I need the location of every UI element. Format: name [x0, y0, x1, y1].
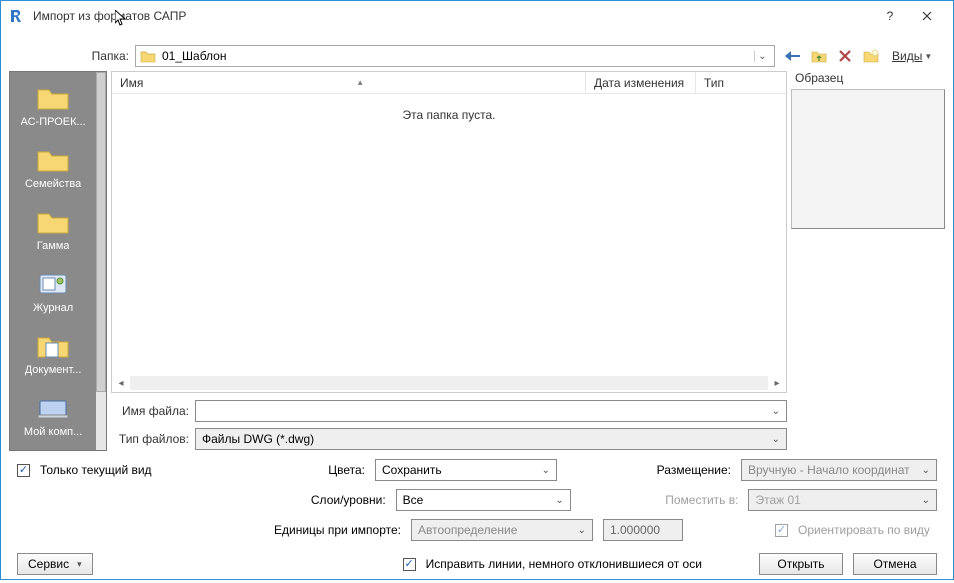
file-list: Имя ▴ Дата изменения Тип Эта папка пуста… — [111, 71, 787, 393]
pc-icon — [35, 394, 71, 422]
orient-to-view-label: Ориентировать по виду — [798, 523, 930, 537]
place-at-combobox: Этаж 01⌄ — [748, 489, 937, 511]
placement-combobox[interactable]: Вручную - Начало координат⌄ — [741, 459, 937, 481]
sort-asc-icon: ▴ — [358, 77, 363, 88]
col-name[interactable]: Имя ▴ — [112, 72, 586, 93]
places-sidebar: АС-ПРОЕК... Семейства Гамма Журнал Документ.… — [9, 71, 107, 451]
places-item-label: Журнал — [33, 302, 73, 314]
places-item-label: Документ... — [25, 364, 82, 376]
file-list-header[interactable]: Имя ▴ Дата изменения Тип — [112, 72, 786, 94]
journal-icon — [35, 270, 71, 298]
folder-combobox[interactable]: 01_Шаблон ⌄ — [135, 45, 775, 67]
window-title: Импорт из форматов САПР — [33, 9, 875, 23]
places-scrollbar[interactable] — [96, 72, 106, 450]
units-scale-input: 1.000000 — [603, 519, 683, 541]
places-item-label: Семейства — [25, 178, 81, 190]
units-scale-value: 1.000000 — [610, 523, 660, 537]
folder-toolbar: Папка: 01_Шаблон ⌄ Виды ▼ — [1, 43, 953, 69]
places-item[interactable]: Журнал — [12, 262, 94, 322]
delete-icon[interactable] — [835, 46, 855, 66]
preview-panel: Образец — [791, 71, 945, 451]
fix-lines-label: Исправить линии, немного отклонившиеся о… — [426, 557, 702, 571]
layers-label: Слои/уровни: — [286, 493, 386, 507]
filetype-value: Файлы DWG (*.dwg) — [202, 432, 314, 446]
service-button[interactable]: Сервис — [17, 553, 93, 575]
new-folder-icon[interactable] — [861, 46, 881, 66]
views-menu[interactable]: Виды ▼ — [887, 47, 937, 65]
colors-label: Цвета: — [305, 463, 365, 477]
colors-combobox[interactable]: Сохранить⌄ — [375, 459, 557, 481]
filetype-dropdown-icon: ⌄ — [772, 434, 780, 445]
filename-label: Имя файла: — [111, 404, 195, 418]
units-value: Автоопределение — [418, 523, 517, 537]
options-area: Только текущий вид Цвета: Сохранить⌄ Раз… — [1, 451, 953, 583]
places-item-label: Мой комп... — [24, 426, 82, 438]
folder-label: Папка: — [9, 49, 135, 63]
file-column: Имя ▴ Дата изменения Тип Эта папка пуста… — [111, 71, 787, 451]
open-button[interactable]: Открыть — [759, 553, 843, 575]
scroll-track[interactable] — [130, 376, 768, 390]
current-view-only-label: Только текущий вид — [40, 463, 152, 477]
folder-nav-icons: Виды ▼ — [783, 46, 937, 66]
app-logo-icon — [7, 7, 25, 25]
scroll-right-icon[interactable]: ▸ — [768, 378, 786, 389]
file-list-empty: Эта папка пуста. — [112, 94, 786, 374]
file-list-hscroll[interactable]: ◂ ▸ — [112, 374, 786, 392]
orient-to-view-checkbox — [775, 524, 788, 537]
folder-icon — [140, 49, 156, 63]
col-type[interactable]: Тип — [696, 72, 786, 93]
cancel-button[interactable]: Отмена — [853, 553, 937, 575]
back-icon[interactable] — [783, 46, 803, 66]
close-button[interactable] — [905, 2, 949, 30]
places-item[interactable]: АС-ПРОЕК... — [12, 76, 94, 136]
filename-input[interactable]: ⌄ — [195, 400, 787, 422]
folder-icon — [35, 146, 71, 174]
filetype-combobox[interactable]: Файлы DWG (*.dwg) ⌄ — [195, 428, 787, 450]
colors-value: Сохранить — [382, 463, 442, 477]
placement-label: Размещение: — [637, 463, 731, 477]
units-combobox[interactable]: Автоопределение⌄ — [411, 519, 593, 541]
preview-box — [791, 89, 945, 229]
col-date[interactable]: Дата изменения — [586, 72, 696, 93]
units-label: Единицы при импорте: — [253, 523, 401, 537]
scroll-left-icon[interactable]: ◂ — [112, 378, 130, 389]
places-item-label: Гамма — [37, 240, 70, 252]
fix-lines-checkbox[interactable] — [403, 558, 416, 571]
preview-header: Образец — [791, 71, 945, 89]
layers-value: Все — [403, 493, 424, 507]
help-button[interactable]: ? — [875, 9, 905, 23]
current-view-only-checkbox[interactable] — [17, 464, 30, 477]
place-at-label: Поместить в: — [648, 493, 738, 507]
layers-combobox[interactable]: Все⌄ — [396, 489, 571, 511]
folder-icon — [35, 84, 71, 112]
views-label: Виды — [892, 49, 922, 63]
places-item[interactable]: Гамма — [12, 200, 94, 260]
places-item-label: АС-ПРОЕК... — [21, 116, 86, 128]
up-folder-icon[interactable] — [809, 46, 829, 66]
col-name-label: Имя — [120, 76, 143, 90]
filename-dropdown-icon: ⌄ — [772, 406, 780, 417]
folder-icon — [35, 208, 71, 236]
views-dropdown-icon: ▼ — [924, 52, 932, 61]
places-item[interactable]: Документ... — [12, 324, 94, 384]
titlebar: Импорт из форматов САПР ? — [1, 1, 953, 31]
placement-value: Вручную - Начало координат — [748, 463, 910, 477]
filetype-label: Тип файлов: — [111, 432, 195, 446]
folder-dropdown-icon: ⌄ — [754, 51, 770, 62]
folder-current-name: 01_Шаблон — [162, 49, 748, 63]
documents-icon — [35, 332, 71, 360]
place-at-value: Этаж 01 — [755, 493, 800, 507]
file-fields: Имя файла: ⌄ Тип файлов: Файлы DWG (*.dw… — [111, 399, 787, 451]
places-item[interactable]: Мой комп... — [12, 386, 94, 446]
places-item[interactable]: Семейства — [12, 138, 94, 198]
main-area: АС-ПРОЕК... Семейства Гамма Журнал Документ.… — [1, 71, 953, 451]
